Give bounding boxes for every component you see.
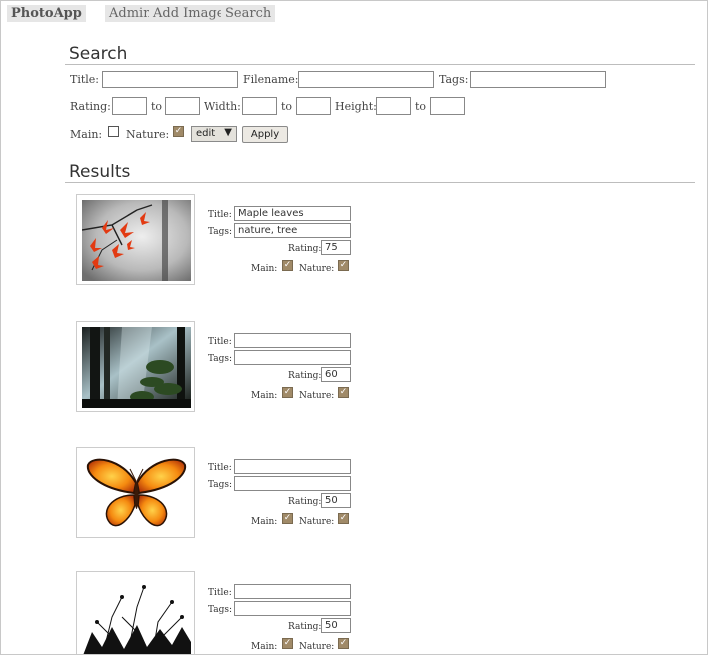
title-input[interactable] <box>102 71 238 88</box>
brand-logo[interactable]: PhotoApp <box>7 5 86 22</box>
search-divider <box>65 64 695 65</box>
result-title-label: Title: <box>208 588 232 598</box>
height-max-input[interactable] <box>430 97 465 115</box>
nav-admin[interactable]: Admin <box>105 5 156 22</box>
result-nature-label: Nature: <box>299 391 335 401</box>
search-heading: Search <box>69 44 128 64</box>
action-select[interactable]: edit ▼ <box>191 126 237 142</box>
main-label: Main: <box>70 128 103 141</box>
result-nature-checkbox[interactable]: ✓ <box>338 260 349 271</box>
title-label: Title: <box>70 73 100 86</box>
nav-add-image[interactable]: Add Image <box>149 5 229 22</box>
width-label: Width: <box>204 100 241 113</box>
nav-search[interactable]: Search <box>221 5 276 22</box>
main-checkbox[interactable] <box>108 126 119 137</box>
butterfly-image <box>82 453 191 534</box>
result-rating-input[interactable]: 50 <box>321 493 351 508</box>
result-thumbnail-frame[interactable] <box>76 321 195 412</box>
rating-to-label: to <box>151 100 163 113</box>
height-label: Height: <box>335 100 377 113</box>
apply-button[interactable]: Apply <box>242 126 288 143</box>
width-max-input[interactable] <box>296 97 331 115</box>
result-title-input[interactable] <box>234 333 351 348</box>
result-rating-label: Rating: <box>288 497 322 507</box>
result-main-label: Main: <box>251 391 278 401</box>
nature-label: Nature: <box>126 128 170 141</box>
result-thumbnail-frame[interactable] <box>76 194 195 285</box>
filename-input[interactable] <box>298 71 434 88</box>
result-tags-input[interactable] <box>234 601 351 616</box>
result-tags-input[interactable] <box>234 350 351 365</box>
result-main-label: Main: <box>251 517 278 527</box>
result-thumbnail-frame[interactable] <box>76 447 195 538</box>
result-rating-input[interactable]: 60 <box>321 367 351 382</box>
plant-silhouette-image <box>82 577 191 654</box>
rating-min-input[interactable] <box>112 97 147 115</box>
results-heading: Results <box>69 162 131 182</box>
result-rating-input[interactable]: 75 <box>321 240 351 255</box>
result-title-label: Title: <box>208 210 232 220</box>
maple-leaves-image <box>82 200 191 281</box>
result-main-checkbox[interactable]: ✓ <box>282 387 293 398</box>
filename-label: Filename: <box>243 73 299 86</box>
tags-label: Tags: <box>439 73 469 86</box>
result-nature-label: Nature: <box>299 264 335 274</box>
result-tags-input[interactable]: nature, tree <box>234 223 351 238</box>
result-title-label: Title: <box>208 463 232 473</box>
result-main-label: Main: <box>251 642 278 652</box>
result-tags-label: Tags: <box>208 605 233 615</box>
result-title-input[interactable]: Maple leaves <box>234 206 351 221</box>
result-rating-label: Rating: <box>288 371 322 381</box>
result-thumbnail-frame[interactable] <box>76 571 195 654</box>
height-min-input[interactable] <box>376 97 411 115</box>
result-rating-input[interactable]: 50 <box>321 618 351 633</box>
forest-light-image <box>82 327 191 408</box>
width-min-input[interactable] <box>242 97 277 115</box>
result-main-checkbox[interactable]: ✓ <box>282 260 293 271</box>
result-nature-checkbox[interactable]: ✓ <box>338 387 349 398</box>
result-nature-label: Nature: <box>299 642 335 652</box>
action-select-value: edit <box>196 128 216 139</box>
height-to-label: to <box>415 100 427 113</box>
rating-max-input[interactable] <box>165 97 200 115</box>
width-to-label: to <box>281 100 293 113</box>
nature-checkbox[interactable]: ✓ <box>173 126 184 137</box>
result-title-input[interactable] <box>234 459 351 474</box>
chevron-down-icon: ▼ <box>224 127 232 138</box>
result-tags-input[interactable] <box>234 476 351 491</box>
result-main-checkbox[interactable]: ✓ <box>282 638 293 649</box>
app-window: PhotoApp Admin Add Image Search Search T… <box>0 0 708 655</box>
result-title-input[interactable] <box>234 584 351 599</box>
result-rating-label: Rating: <box>288 622 322 632</box>
tags-input[interactable] <box>470 71 606 88</box>
result-title-label: Title: <box>208 337 232 347</box>
result-nature-checkbox[interactable]: ✓ <box>338 513 349 524</box>
result-main-checkbox[interactable]: ✓ <box>282 513 293 524</box>
rating-label: Rating: <box>70 100 111 113</box>
result-rating-label: Rating: <box>288 244 322 254</box>
result-nature-label: Nature: <box>299 517 335 527</box>
result-tags-label: Tags: <box>208 480 233 490</box>
result-tags-label: Tags: <box>208 354 233 364</box>
result-main-label: Main: <box>251 264 278 274</box>
result-tags-label: Tags: <box>208 227 233 237</box>
results-divider <box>65 182 695 183</box>
result-nature-checkbox[interactable]: ✓ <box>338 638 349 649</box>
